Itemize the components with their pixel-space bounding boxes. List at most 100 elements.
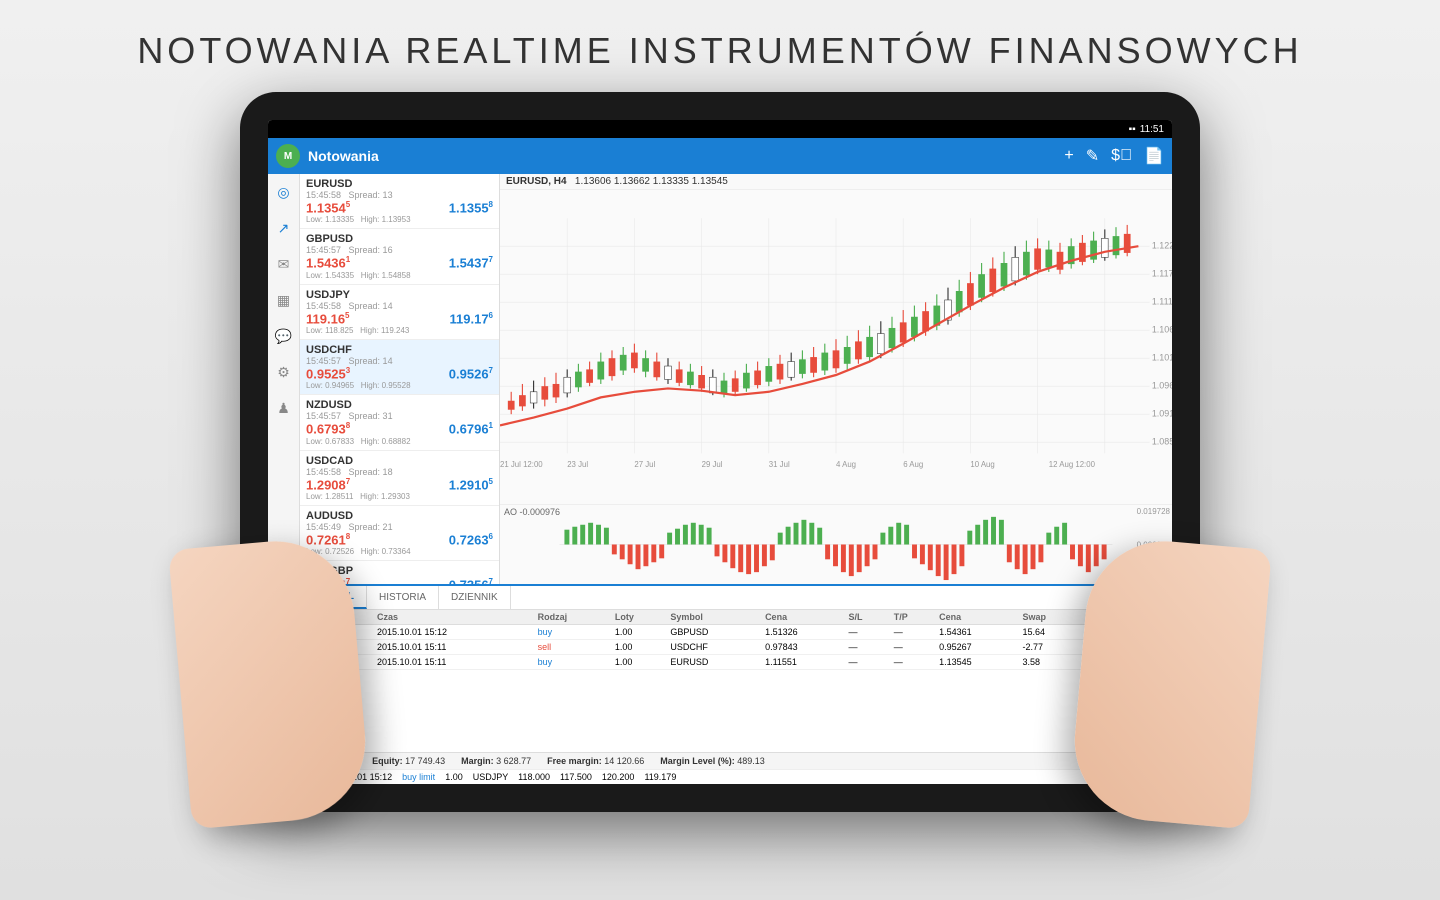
svg-text:27 Jul: 27 Jul bbox=[634, 460, 655, 469]
quote-prices: 0.72618 0.72636 bbox=[306, 532, 493, 547]
quote-symbol: GBPUSD bbox=[306, 233, 493, 245]
pending-sl: 117.500 bbox=[560, 772, 592, 782]
pending-symbol: USDJPY bbox=[473, 772, 508, 782]
quote-prices: 0.67938 0.67961 bbox=[306, 421, 493, 436]
cell-type: buy bbox=[534, 655, 611, 670]
equity-label: Equity: 17 749.43 bbox=[372, 756, 445, 766]
currency-icon[interactable]: $⃝ bbox=[1111, 147, 1132, 165]
table-row[interactable]: 73571881 2015.10.01 15:11 buy 1.00 EURUS… bbox=[268, 655, 1172, 670]
oscillator-svg bbox=[500, 505, 1172, 584]
quote-bid: 1.13545 bbox=[306, 200, 350, 215]
pending-price: 118.000 bbox=[518, 772, 550, 782]
quotes-list: EURUSD 15:45:58 Spread: 13 1.13545 1.135… bbox=[300, 174, 500, 584]
battery-icon: ▪▪ bbox=[1129, 124, 1136, 135]
tab-dziennik[interactable]: DZIENNIK bbox=[439, 586, 511, 609]
trades-table: ↑ Zlecenie Czas Rodzaj Loty Symbol Cena … bbox=[268, 610, 1172, 752]
status-time: 11:51 bbox=[1140, 124, 1164, 135]
quote-item-usdjpy[interactable]: USDJPY 15:45:58 Spread: 14 119.165 119.1… bbox=[300, 285, 499, 340]
quote-time-spread: 15:45:58 Spread: 13 bbox=[306, 190, 493, 200]
col-swap: Swap bbox=[1019, 610, 1084, 625]
page-title: NOTOWANIA REALTIME INSTRUMENTÓW FINANSOW… bbox=[137, 30, 1302, 72]
nav-mail-icon[interactable]: ✉ bbox=[274, 254, 294, 274]
candlestick-chart: 1.12290 1.11710 1.11190 1.10670 1.10150 … bbox=[500, 190, 1172, 504]
svg-text:4 Aug: 4 Aug bbox=[836, 460, 856, 469]
svg-text:21 Jul 12:00: 21 Jul 12:00 bbox=[500, 460, 543, 469]
main-content: ◎ ↗ ✉ ▦ 💬 ⚙ ♟ EURUSD 15:45:58 Spread: 13… bbox=[268, 174, 1172, 584]
status-bar: ▪▪ 11:51 bbox=[268, 120, 1172, 138]
tablet-device: ▪▪ 11:51 M Notowania + ✎ $⃝ 📄 ◎ ↗ bbox=[240, 92, 1200, 812]
svg-text:1.09630: 1.09630 bbox=[1152, 380, 1172, 390]
tablet-body: ▪▪ 11:51 M Notowania + ✎ $⃝ 📄 ◎ ↗ bbox=[240, 92, 1200, 812]
col-czas: Czas bbox=[373, 610, 534, 625]
edit-icon[interactable]: ✎ bbox=[1086, 146, 1099, 166]
add-icon[interactable]: + bbox=[1064, 147, 1073, 165]
cell-sl: — bbox=[844, 625, 889, 640]
svg-text:29 Jul: 29 Jul bbox=[702, 460, 723, 469]
quote-item-usdcad[interactable]: USDCAD 15:45:58 Spread: 18 1.29087 1.291… bbox=[300, 451, 499, 506]
pending-lots: 1.00 bbox=[445, 772, 463, 782]
pending-tp: 120.200 bbox=[602, 772, 635, 782]
quote-time-spread: 15:45:57 Spread: 16 bbox=[306, 245, 493, 255]
cell-tp: — bbox=[890, 640, 935, 655]
cell-curprice: 1.54361 bbox=[935, 625, 1018, 640]
chart-canvas[interactable]: 1.12290 1.11710 1.11190 1.10670 1.10150 … bbox=[500, 190, 1172, 504]
svg-text:1.08590: 1.08590 bbox=[1152, 436, 1172, 446]
quote-time-spread: 15:45:49 Spread: 21 bbox=[306, 522, 493, 532]
quote-item-nzdusd[interactable]: NZDUSD 15:45:57 Spread: 31 0.67938 0.679… bbox=[300, 395, 499, 450]
table-row[interactable]: 73571904 2015.10.01 15:11 sell 1.00 USDC… bbox=[268, 640, 1172, 655]
cell-sl: — bbox=[844, 655, 889, 670]
pending-order-row[interactable]: 73572057 2015.10.01 15:12 buy limit 1.00… bbox=[268, 769, 1172, 784]
quote-item-audusd[interactable]: AUDUSD 15:45:49 Spread: 21 0.72618 0.726… bbox=[300, 506, 499, 561]
cell-sl: — bbox=[844, 640, 889, 655]
quote-low-high: Low: 1.28511 High: 1.29303 bbox=[306, 492, 493, 501]
cell-symbol: EURUSD bbox=[666, 655, 761, 670]
header-icons: + ✎ $⃝ 📄 bbox=[1064, 146, 1164, 166]
nav-history-icon[interactable]: ▦ bbox=[274, 290, 294, 310]
quote-item-eurusd[interactable]: EURUSD 15:45:58 Spread: 13 1.13545 1.135… bbox=[300, 174, 499, 229]
nav-chat-icon[interactable]: 💬 bbox=[274, 326, 294, 346]
document-icon[interactable]: 📄 bbox=[1144, 146, 1164, 166]
quote-bid: 1.54361 bbox=[306, 255, 350, 270]
svg-text:1.12290: 1.12290 bbox=[1152, 240, 1172, 250]
bottom-panel: ∨ HANDEL HISTORIA DZIENNIK ↑ Zlecenie Cz… bbox=[268, 584, 1172, 784]
quote-prices: 119.165 119.176 bbox=[306, 311, 493, 326]
svg-text:10 Aug: 10 Aug bbox=[970, 460, 994, 469]
nav-strategy-icon[interactable]: ♟ bbox=[274, 398, 294, 418]
col-rodzaj: Rodzaj bbox=[534, 610, 611, 625]
quote-prices: 1.54361 1.54377 bbox=[306, 255, 493, 270]
nav-trade-icon[interactable]: ↗ bbox=[274, 218, 294, 238]
svg-text:1.10150: 1.10150 bbox=[1152, 352, 1172, 362]
svg-text:1.11710: 1.11710 bbox=[1152, 268, 1172, 278]
app-logo: M bbox=[276, 144, 300, 168]
cell-symbol: USDCHF bbox=[666, 640, 761, 655]
quote-ask: 119.176 bbox=[450, 311, 494, 326]
quote-item-usdchf[interactable]: USDCHF 15:45:57 Spread: 14 0.95253 0.952… bbox=[300, 340, 499, 395]
osc-level-high: 0.019728 bbox=[1137, 507, 1170, 516]
margin-label: Margin: 3 628.77 bbox=[461, 756, 531, 766]
col-sl: S/L bbox=[844, 610, 889, 625]
quote-time-spread: 15:45:57 Spread: 14 bbox=[306, 356, 493, 366]
table-row[interactable]: 73571925 2015.10.01 15:12 buy 1.00 GBPUS… bbox=[268, 625, 1172, 640]
cell-price: 1.11551 bbox=[761, 655, 844, 670]
quote-symbol: USDCHF bbox=[306, 344, 493, 356]
quote-ask: 0.72636 bbox=[449, 532, 493, 547]
chart-area: EURUSD, H4 1.13606 1.13662 1.13335 1.135… bbox=[500, 174, 1172, 584]
cell-swap: 15.64 bbox=[1019, 625, 1084, 640]
svg-text:1.10670: 1.10670 bbox=[1152, 324, 1172, 334]
col-loty: Loty bbox=[611, 610, 667, 625]
free-margin-label: Free margin: 14 120.66 bbox=[547, 756, 644, 766]
balance-bar: Balance: 10 000.00 Equity: 17 749.43 Mar… bbox=[268, 752, 1172, 769]
col-cena: Cena bbox=[761, 610, 844, 625]
col-tp: T/P bbox=[890, 610, 935, 625]
tab-historia[interactable]: HISTORIA bbox=[367, 586, 439, 609]
quote-bid: 0.95253 bbox=[306, 366, 350, 381]
cell-lots: 1.00 bbox=[611, 640, 667, 655]
quote-symbol: USDJPY bbox=[306, 289, 493, 301]
quote-item-gbpusd[interactable]: GBPUSD 15:45:57 Spread: 16 1.54361 1.543… bbox=[300, 229, 499, 284]
nav-quotes-icon[interactable]: ◎ bbox=[274, 182, 294, 202]
nav-settings-icon[interactable]: ⚙ bbox=[274, 362, 294, 382]
quote-ask: 1.29105 bbox=[449, 477, 493, 492]
quote-low-high: Low: 1.54335 High: 1.54858 bbox=[306, 271, 493, 280]
quote-bid: 1.29087 bbox=[306, 477, 350, 492]
quote-ask: 0.95267 bbox=[449, 366, 493, 381]
